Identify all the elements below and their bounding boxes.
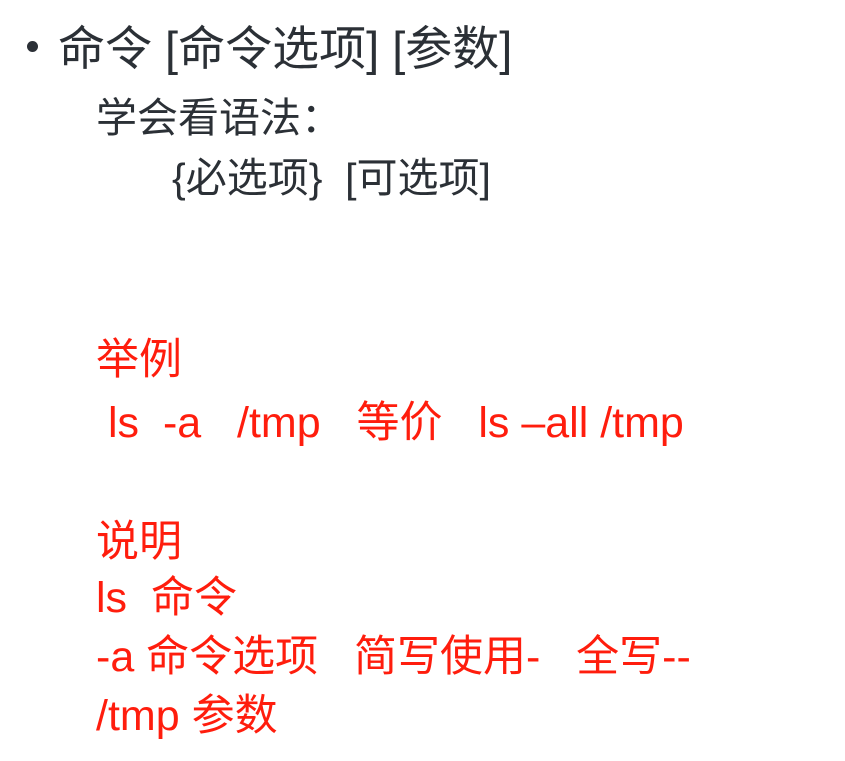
command-syntax-title: 命令 [命令选项] [参数] [58, 22, 513, 75]
slide: 命令 [命令选项] [参数] 学会看语法： {必选项} [可选项] 举例 ls … [0, 0, 845, 761]
example-heading: 举例 [96, 336, 182, 384]
learn-syntax-label: 学会看语法： [96, 95, 342, 141]
explanation-line-argument: /tmp 参数 [96, 692, 278, 740]
explanation-line-option: -a 命令选项 简写使用- 全写-- [96, 633, 691, 681]
example-line: ls -a /tmp 等价 ls –all /tmp [108, 399, 684, 447]
bullet-dot-icon [27, 41, 38, 52]
syntax-forms: {必选项} [可选项] [172, 155, 491, 201]
explanation-heading: 说明 [96, 518, 182, 566]
explanation-line-command: ls 命令 [96, 574, 237, 622]
